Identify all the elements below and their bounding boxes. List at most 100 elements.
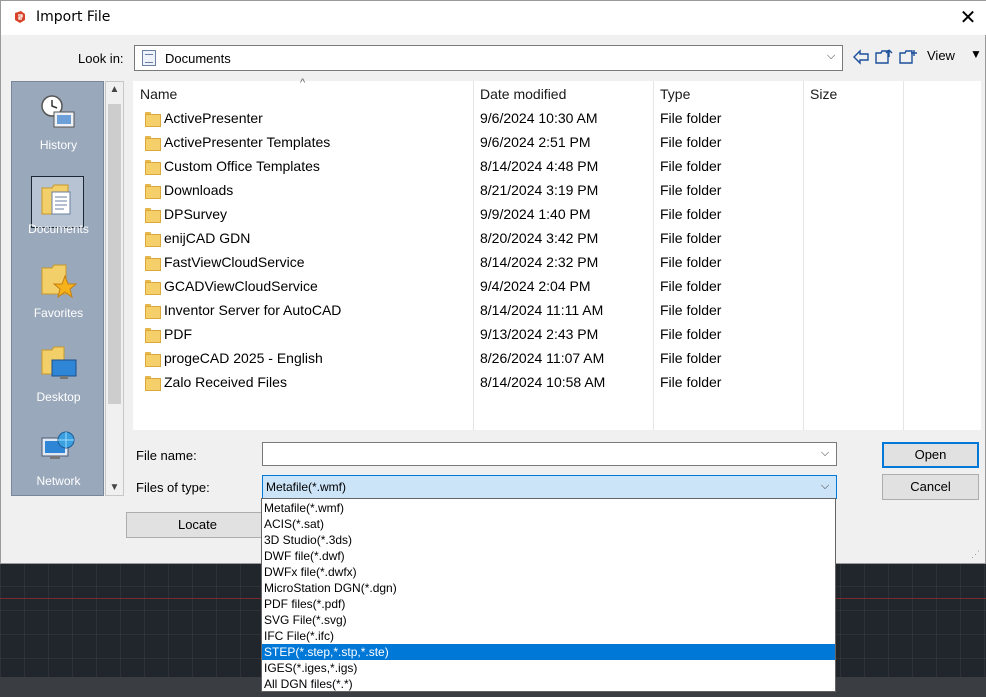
file-type-option[interactable]: Metafile(*.wmf) [262, 500, 835, 516]
look-in-dropdown[interactable]: Documents ⌵ [134, 45, 843, 71]
file-name: Downloads [164, 182, 234, 198]
place-desktop[interactable]: Desktop [12, 334, 103, 418]
chevron-down-icon[interactable]: ⌵ [818, 480, 832, 496]
file-type: File folder [660, 350, 722, 366]
place-label: Favorites [33, 306, 84, 320]
place-favorites[interactable]: Favorites [12, 250, 103, 334]
file-type: File folder [660, 326, 722, 342]
column-header-name[interactable]: Name [140, 86, 177, 102]
file-name: Zalo Received Files [164, 374, 287, 390]
folder-icon [145, 160, 161, 175]
open-button[interactable]: Open [882, 442, 979, 468]
back-icon[interactable] [851, 47, 871, 67]
documents-folder-icon [142, 50, 156, 66]
file-row[interactable]: Inventor Server for AutoCAD 8/14/2024 11:… [133, 300, 981, 324]
file-type-option[interactable]: ACIS(*.sat) [262, 516, 835, 532]
place-history[interactable]: History [12, 82, 103, 166]
file-type-option[interactable]: PDF files(*.pdf) [262, 596, 835, 612]
file-row[interactable]: enijCAD GDN 8/20/2024 3:42 PM File folder [133, 228, 981, 252]
file-row[interactable]: ActivePresenter Templates 9/6/2024 2:51 P… [133, 132, 981, 156]
file-type-dropdown-list: Metafile(*.wmf) ACIS(*.sat) 3D Studio(*.… [261, 498, 836, 692]
folder-icon [145, 208, 161, 223]
column-header-type[interactable]: Type [660, 86, 690, 102]
file-date: 8/20/2024 3:42 PM [480, 230, 599, 246]
files-of-type-label: Files of type: [136, 480, 210, 495]
chevron-down-icon[interactable]: ⌵ [818, 447, 832, 463]
file-type: File folder [660, 110, 722, 126]
places-scrollbar[interactable]: ▲ ▼ [105, 81, 124, 496]
file-type-option[interactable]: DWF file(*.dwf) [262, 548, 835, 564]
file-name: enijCAD GDN [164, 230, 251, 246]
file-name-input[interactable] [265, 445, 815, 463]
file-row[interactable]: Zalo Received Files 8/14/2024 10:58 AM Fil… [133, 372, 981, 396]
file-type-option[interactable]: SVG File(*.svg) [262, 612, 835, 628]
file-date: 9/4/2024 2:04 PM [480, 278, 591, 294]
file-name: ActivePresenter Templates [164, 134, 331, 150]
file-type-option[interactable]: DWFx file(*.dwfx) [262, 564, 835, 580]
places-bar: History Documents Favorites Desktop Netw… [11, 81, 104, 496]
file-name: ActivePresenter [164, 110, 263, 126]
close-button[interactable]: ✕ [953, 3, 983, 33]
file-type: File folder [660, 134, 722, 150]
file-list: ^ Name Date modified Type Size ActivePre… [133, 77, 981, 430]
locate-button[interactable]: Locate [126, 512, 269, 538]
cancel-button[interactable]: Cancel [882, 474, 979, 500]
file-name: FastViewCloudService [164, 254, 305, 270]
resize-grip-icon[interactable]: ⋰ [971, 549, 983, 561]
scroll-up-arrow-icon[interactable]: ▲ [106, 84, 123, 95]
place-label: Documents [28, 222, 89, 236]
file-row[interactable]: DPSurvey 9/9/2024 1:40 PM File folder [133, 204, 981, 228]
file-date: 9/6/2024 10:30 AM [480, 110, 598, 126]
file-row[interactable]: GCADViewCloudService 9/4/2024 2:04 PM File… [133, 276, 981, 300]
up-folder-icon[interactable] [874, 47, 894, 67]
file-name: GCADViewCloudService [164, 278, 318, 294]
file-row[interactable]: ActivePresenter 9/6/2024 10:30 AM File fol… [133, 108, 981, 132]
file-row[interactable]: FastViewCloudService 8/14/2024 2:32 PM Fil… [133, 252, 981, 276]
view-menu-button[interactable]: View [927, 48, 955, 63]
file-date: 9/6/2024 2:51 PM [480, 134, 591, 150]
file-name-label: File name: [136, 448, 197, 463]
place-documents[interactable]: Documents [12, 166, 103, 250]
file-type: File folder [660, 278, 722, 294]
title-bar: Import File ✕ [1, 1, 986, 35]
view-menu-arrow-icon[interactable]: ▼ [970, 47, 982, 61]
file-type-option[interactable]: All DGN files(*.*) [262, 676, 835, 692]
file-name-combo[interactable]: ⌵ [262, 442, 837, 466]
file-date: 8/14/2024 2:32 PM [480, 254, 599, 270]
files-of-type-dropdown[interactable]: Metafile(*.wmf) ⌵ [262, 475, 837, 499]
file-type: File folder [660, 182, 722, 198]
file-type-option[interactable]: 3D Studio(*.3ds) [262, 532, 835, 548]
folder-icon [145, 136, 161, 151]
file-date: 9/9/2024 1:40 PM [480, 206, 591, 222]
folder-icon [145, 184, 161, 199]
file-type: File folder [660, 158, 722, 174]
network-icon [41, 431, 75, 459]
new-folder-icon[interactable] [898, 47, 918, 67]
file-type-option[interactable]: IGES(*.iges,*.igs) [262, 660, 835, 676]
file-name: Custom Office Templates [164, 158, 320, 174]
file-date: 8/14/2024 11:11 AM [480, 302, 604, 318]
desktop-icon [41, 346, 77, 379]
place-network[interactable]: Network [12, 418, 103, 495]
file-type-option[interactable]: IFC File(*.ifc) [262, 628, 835, 644]
scroll-down-arrow-icon[interactable]: ▼ [106, 482, 123, 493]
chevron-down-icon[interactable]: ⌵ [824, 50, 838, 66]
file-date: 8/14/2024 10:58 AM [480, 374, 606, 390]
file-row[interactable]: PDF 9/13/2024 2:43 PM File folder [133, 324, 981, 348]
dialog-title: Import File [36, 9, 111, 25]
folder-icon [145, 256, 161, 271]
file-name: PDF [164, 326, 192, 342]
column-header-size[interactable]: Size [810, 86, 837, 102]
file-type-option-highlighted[interactable]: STEP(*.step,*.stp,*.ste) [262, 644, 835, 660]
folder-icon [145, 112, 161, 127]
file-type-option[interactable]: MicroStation DGN(*.dgn) [262, 580, 835, 596]
scroll-thumb[interactable] [108, 104, 121, 404]
file-date: 8/14/2024 4:48 PM [480, 158, 599, 174]
file-row[interactable]: Custom Office Templates 8/14/2024 4:48 PM… [133, 156, 981, 180]
file-row[interactable]: Downloads 8/21/2024 3:19 PM File folder [133, 180, 981, 204]
file-date: 9/13/2024 2:43 PM [480, 326, 599, 342]
file-row[interactable]: progeCAD 2025 - English 8/26/2024 11:07 A… [133, 348, 981, 372]
look-in-label: Look in: [78, 51, 124, 66]
column-header-date[interactable]: Date modified [480, 86, 566, 102]
files-of-type-value: Metafile(*.wmf) [266, 480, 347, 494]
